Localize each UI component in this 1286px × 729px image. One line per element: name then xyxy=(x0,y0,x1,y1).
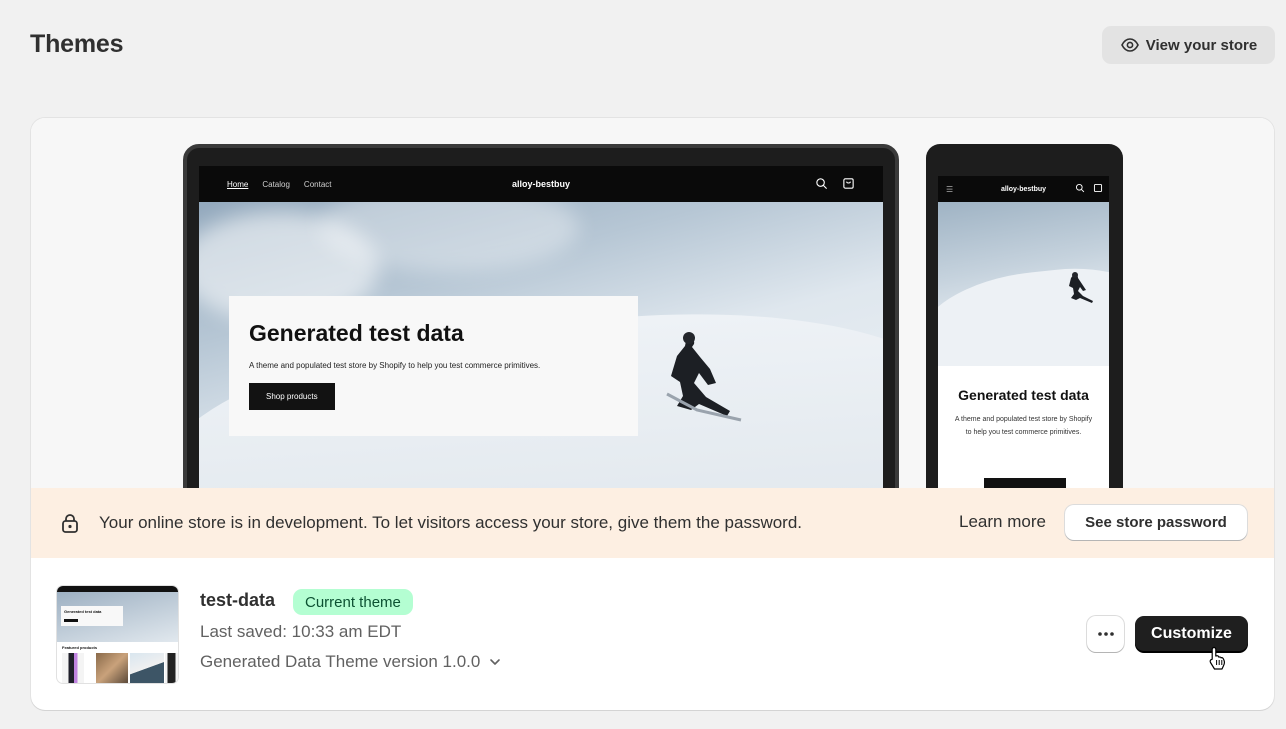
theme-version-toggle[interactable]: Generated Data Theme version 1.0.0 xyxy=(200,652,502,672)
snowboarder-illustration xyxy=(1069,272,1093,303)
search-icon xyxy=(1075,183,1085,193)
menu-icon: ☰ xyxy=(946,185,954,194)
current-theme-card: Home Catalog Contact alloy-bestbuy Gener… xyxy=(31,118,1274,710)
mobile-preview-hero-image xyxy=(938,202,1109,366)
cart-icon xyxy=(843,178,854,189)
theme-version-text: Generated Data Theme version 1.0.0 xyxy=(200,652,481,671)
lock-icon xyxy=(62,514,78,533)
view-your-store-button[interactable]: View your store xyxy=(1102,26,1275,64)
preview-hero-text: A theme and populated test store by Shop… xyxy=(249,361,541,370)
page-title: Themes xyxy=(30,30,124,58)
theme-preview: Home Catalog Contact alloy-bestbuy Gener… xyxy=(31,118,1274,488)
preview-nav-home: Home xyxy=(227,179,249,189)
banner-message: Your online store is in development. To … xyxy=(99,513,803,532)
view-your-store-label: View your store xyxy=(1145,36,1258,54)
preview-store-brand: alloy-bestbuy xyxy=(511,179,571,189)
thumbnail-section-label: Featured products xyxy=(62,645,98,650)
preview-hero-box: Generated test data A theme and populate… xyxy=(229,296,638,436)
more-actions-button[interactable] xyxy=(1087,616,1124,652)
snowboarder-illustration xyxy=(666,332,742,422)
hand-pointer-cursor-icon xyxy=(1209,646,1225,670)
see-store-password-button[interactable]: See store password xyxy=(1065,505,1247,540)
mobile-preview-nav: ☰ alloy-bestbuy xyxy=(938,176,1109,202)
preview-store-nav: Home Catalog Contact alloy-bestbuy xyxy=(199,166,883,202)
eye-icon xyxy=(1120,38,1139,52)
preview-hero-image: Generated test data A theme and populate… xyxy=(199,202,883,488)
current-theme-badge: Current theme xyxy=(293,589,413,615)
mobile-preview-frame: ☰ alloy-bestbuy Generated test data A th… xyxy=(926,144,1123,488)
preview-nav-contact: Contact xyxy=(303,179,332,189)
development-store-banner: Your online store is in development. To … xyxy=(31,488,1274,558)
preview-nav-catalog: Catalog xyxy=(262,179,290,189)
customize-button[interactable]: Customize xyxy=(1135,616,1248,652)
theme-name: test-data xyxy=(200,590,276,610)
theme-thumbnail: Generated test data Featured products xyxy=(57,586,178,683)
last-saved-text: Last saved: 10:33 am EDT xyxy=(200,622,402,641)
cart-icon xyxy=(1093,183,1103,193)
mobile-preview-hero-title: Generated test data xyxy=(958,387,1089,403)
mobile-preview-brand: alloy-bestbuy xyxy=(1000,185,1047,193)
desktop-preview-screen: Home Catalog Contact alloy-bestbuy Gener… xyxy=(199,166,883,488)
mobile-preview-screen: ☰ alloy-bestbuy Generated test data A th… xyxy=(938,176,1109,488)
preview-hero-title: Generated test data xyxy=(249,320,464,346)
search-icon xyxy=(816,178,828,190)
mobile-preview-shop-button xyxy=(984,478,1066,488)
ellipsis-icon xyxy=(1097,632,1114,636)
desktop-preview-frame: Home Catalog Contact alloy-bestbuy Gener… xyxy=(183,144,899,488)
preview-shop-products-button: Shop products xyxy=(249,383,335,410)
learn-more-link[interactable]: Learn more xyxy=(959,512,1046,532)
mobile-preview-hero-text: A theme and populated test store by Shop… xyxy=(954,416,1093,436)
thumbnail-hero-title: Generated test data xyxy=(61,606,123,626)
chevron-down-icon xyxy=(490,659,501,665)
